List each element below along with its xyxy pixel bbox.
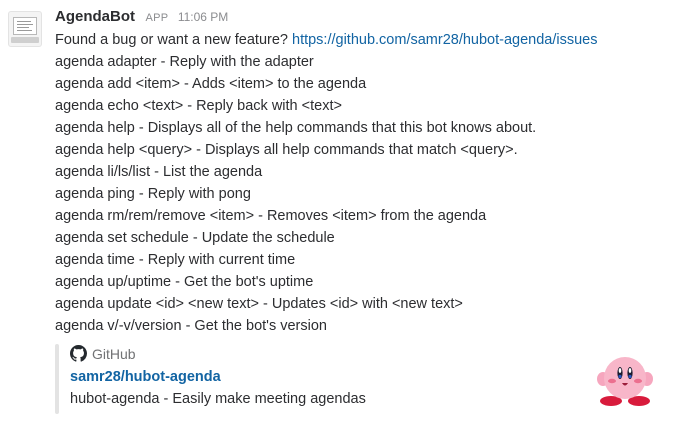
service-name: GitHub <box>92 346 136 362</box>
message-header: AgendaBot APP 11:06 PM <box>55 8 228 28</box>
keyboard-shape <box>11 37 39 43</box>
help-line: agenda rm/rem/remove <item> - Removes <i… <box>55 208 487 224</box>
help-line: agenda v/-v/version - Get the bot's vers… <box>55 318 327 334</box>
kirby-thumbnail-icon[interactable] <box>597 351 653 407</box>
help-line: agenda help - Displays all of the help c… <box>55 120 537 136</box>
sender-name[interactable]: AgendaBot <box>55 8 135 25</box>
link-preview: GitHub samr28/hubot-agenda hubot-agenda … <box>55 343 655 415</box>
repo-description: hubot-agenda - Easily make meeting agend… <box>70 391 366 407</box>
intro-text: Found a bug or want a new feature? <box>55 32 292 48</box>
help-line: agenda up/uptime - Get the bot's uptime <box>55 274 314 290</box>
bot-message: AgendaBot APP 11:06 PM Found a bug or wa… <box>0 0 686 427</box>
computer-icon <box>13 17 37 35</box>
help-line: agenda li/ls/list - List the agenda <box>55 164 263 180</box>
message-body: Found a bug or want a new feature? https… <box>55 29 597 337</box>
help-line: agenda update <id> <new text> - Updates … <box>55 296 463 312</box>
repo-title-link[interactable]: samr28/hubot-agenda <box>70 369 221 385</box>
github-icon <box>70 345 87 362</box>
help-line: agenda add <item> - Adds <item> to the a… <box>55 76 367 92</box>
help-line: agenda echo <text> - Reply back with <te… <box>55 98 342 114</box>
help-line: agenda help <query> - Displays all help … <box>55 142 518 158</box>
bot-avatar[interactable] <box>8 11 42 47</box>
intro-line: Found a bug or want a new feature? https… <box>55 29 597 51</box>
app-badge: APP <box>145 12 169 24</box>
help-line: agenda adapter - Reply with the adapter <box>55 54 314 70</box>
help-line: agenda ping - Reply with pong <box>55 186 251 202</box>
issues-link[interactable]: https://github.com/samr28/hubot-agenda/i… <box>292 32 597 48</box>
attachment-bar <box>55 344 59 414</box>
attachment-service: GitHub <box>70 345 136 365</box>
help-line: agenda time - Reply with current time <box>55 252 296 268</box>
timestamp[interactable]: 11:06 PM <box>178 10 228 24</box>
help-line: agenda set schedule - Update the schedul… <box>55 230 335 246</box>
